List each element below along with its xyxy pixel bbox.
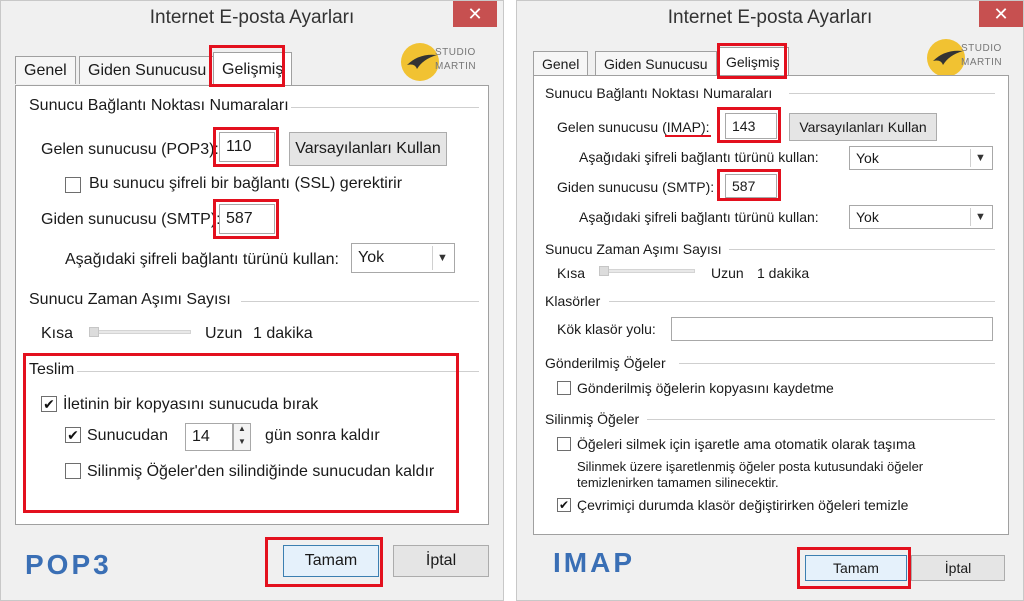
ssl-required-label: Bu sunucu şifreli bir bağlantı (SSL) ger… bbox=[89, 175, 403, 192]
timeout-long-label: Uzun bbox=[711, 265, 744, 281]
imap-underline bbox=[665, 135, 711, 137]
use-defaults-button[interactable]: Varsayılanları Kullan bbox=[289, 132, 447, 166]
highlight-incoming-port bbox=[213, 127, 279, 167]
folders-heading: Klasörler bbox=[545, 293, 601, 309]
outgoing-server-label: Giden sunucusu (SMTP): bbox=[557, 179, 715, 195]
title-bar: Internet E-posta Ayarları ✕ bbox=[1, 1, 503, 37]
outgoing-encryption-value: Yok bbox=[856, 209, 879, 225]
highlight-outgoing-port bbox=[213, 199, 279, 239]
title-bar: Internet E-posta Ayarları ✕ bbox=[517, 1, 1023, 37]
timeout-slider-thumb[interactable] bbox=[89, 327, 99, 337]
tab-outgoing-server[interactable]: Giden Sunucusu bbox=[79, 56, 216, 84]
encryption-type-label: Aşağıdaki şifreli bağlantı türünü kullan… bbox=[65, 251, 339, 268]
highlight-advanced-tab bbox=[717, 43, 787, 79]
imap-settings-dialog: Internet E-posta Ayarları ✕ STUDIO MARTI… bbox=[516, 0, 1024, 601]
encryption-type-value: Yok bbox=[358, 249, 385, 266]
incoming-encryption-select[interactable]: Yok ▼ bbox=[849, 146, 993, 170]
purge-note-line1: Silinmek üzere işaretlenmiş öğeler posta… bbox=[577, 459, 924, 474]
timeout-slider[interactable] bbox=[599, 269, 695, 273]
dont-save-sent-label: Gönderilmiş öğelerin kopyasını kaydetme bbox=[577, 380, 834, 396]
timeout-slider-thumb[interactable] bbox=[599, 266, 609, 276]
incoming-server-label: Gelen sunucusu (POP3): bbox=[41, 141, 219, 158]
incoming-encryption-value: Yok bbox=[856, 150, 879, 166]
highlight-advanced-tab bbox=[209, 45, 285, 87]
timeout-short-label: Kısa bbox=[41, 325, 74, 342]
window-title: Internet E-posta Ayarları bbox=[667, 7, 873, 28]
mark-only-checkbox[interactable] bbox=[557, 437, 571, 451]
incoming-label-suffix: : bbox=[705, 119, 710, 135]
highlight-outgoing-port bbox=[717, 169, 781, 201]
highlight-ok-button bbox=[265, 537, 383, 587]
timeout-value: 1 dakika bbox=[253, 325, 313, 342]
pop3-settings-dialog: Internet E-posta Ayarları ✕ STUDIO MARTI… bbox=[0, 0, 504, 601]
ssl-required-checkbox[interactable] bbox=[65, 177, 81, 193]
encryption-type-select[interactable]: Yok ▼ bbox=[351, 243, 455, 273]
cancel-button[interactable]: İptal bbox=[393, 545, 489, 577]
chevron-down-icon: ▼ bbox=[432, 246, 452, 270]
outgoing-server-label: Giden sunucusu (SMTP): bbox=[41, 211, 221, 228]
sent-items-heading: Gönderilmiş Öğeler bbox=[545, 355, 666, 371]
timeout-value: 1 dakika bbox=[757, 265, 810, 281]
close-button[interactable]: ✕ bbox=[453, 1, 497, 27]
highlight-incoming-port bbox=[717, 107, 781, 143]
timeout-heading: Sunucu Zaman Aşımı Sayısı bbox=[29, 291, 231, 308]
highlight-ok-button bbox=[797, 547, 911, 589]
tab-outgoing-server[interactable]: Giden Sunucusu bbox=[595, 51, 717, 75]
protocol-label: IMAP bbox=[553, 547, 635, 578]
incoming-encryption-label: Aşağıdaki şifreli bağlantı türünü kullan… bbox=[579, 149, 819, 165]
purge-online-checkbox[interactable]: ✔ bbox=[557, 498, 571, 512]
window-title: Internet E-posta Ayarları bbox=[149, 7, 355, 28]
protocol-label: POP3 bbox=[25, 549, 112, 580]
server-ports-heading: Sunucu Bağlantı Noktası Numaraları bbox=[29, 97, 289, 114]
root-folder-input[interactable] bbox=[671, 317, 993, 341]
timeout-long-label: Uzun bbox=[205, 325, 243, 342]
purge-online-label: Çevrimiçi durumda klasör değiştirirken ö… bbox=[577, 497, 909, 513]
incoming-server-label: Gelen sunucusu (IMAP): bbox=[557, 119, 710, 135]
studio-martin-logo: STUDIO MARTIN bbox=[401, 41, 491, 85]
use-defaults-button[interactable]: Varsayılanları Kullan bbox=[789, 113, 937, 141]
cancel-button[interactable]: İptal bbox=[911, 555, 1005, 581]
incoming-label-prefix: Gelen sunucusu bbox=[557, 119, 663, 135]
tab-general[interactable]: Genel bbox=[15, 56, 76, 84]
outgoing-encryption-label: Aşağıdaki şifreli bağlantı türünü kullan… bbox=[579, 209, 819, 225]
purge-note-line2: temizlenirken tamamen silinecektir. bbox=[577, 475, 779, 490]
chevron-down-icon: ▼ bbox=[970, 208, 990, 226]
root-folder-label: Kök klasör yolu: bbox=[557, 321, 656, 337]
server-ports-heading: Sunucu Bağlantı Noktası Numaraları bbox=[545, 85, 773, 101]
incoming-label-protocol: (IMAP) bbox=[662, 119, 706, 135]
dont-save-sent-checkbox[interactable] bbox=[557, 381, 571, 395]
mark-only-label: Öğeleri silmek için işaretle ama otomati… bbox=[577, 436, 916, 452]
timeout-slider[interactable] bbox=[89, 330, 191, 334]
timeout-heading: Sunucu Zaman Aşımı Sayısı bbox=[545, 241, 722, 257]
deleted-items-heading: Silinmiş Öğeler bbox=[545, 411, 640, 427]
highlight-delivery-section bbox=[23, 353, 459, 513]
outgoing-encryption-select[interactable]: Yok ▼ bbox=[849, 205, 993, 229]
chevron-down-icon: ▼ bbox=[970, 149, 990, 167]
close-button[interactable]: ✕ bbox=[979, 1, 1023, 27]
tab-general[interactable]: Genel bbox=[533, 51, 589, 75]
timeout-short-label: Kısa bbox=[557, 265, 586, 281]
